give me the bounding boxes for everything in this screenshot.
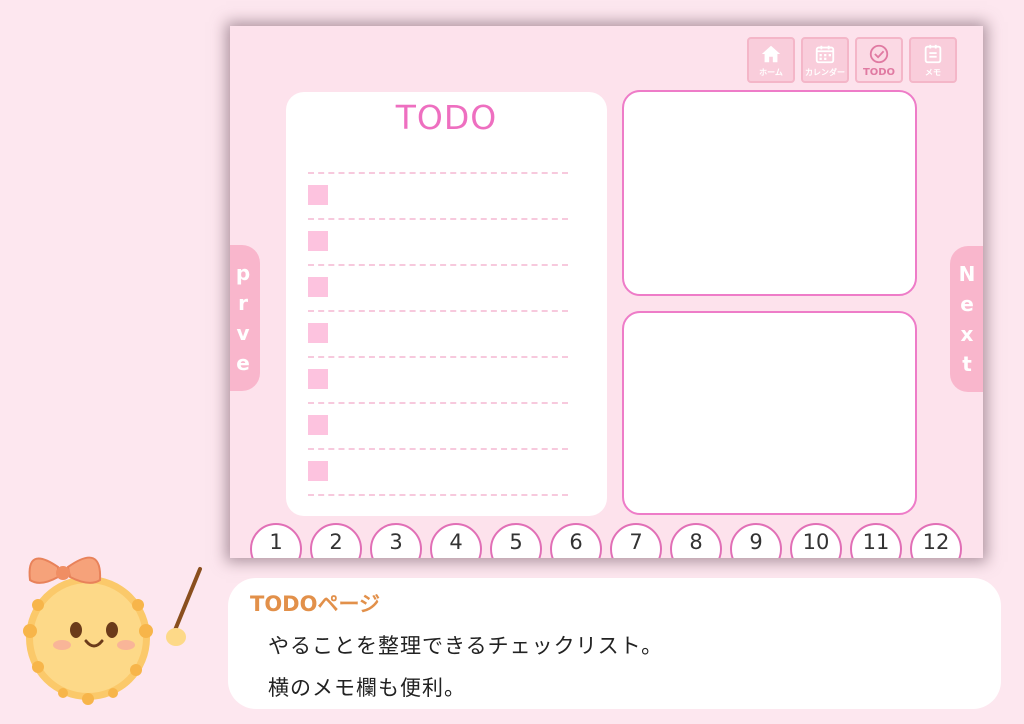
home-icon (761, 45, 781, 62)
next-tab-letter: t (962, 352, 972, 376)
memo-box-top[interactable] (622, 90, 917, 296)
month-tab-12[interactable]: 12 (910, 523, 962, 558)
month-tab-8[interactable]: 8 (670, 523, 722, 558)
memo-icon (924, 44, 942, 63)
next-tab-letter: N (958, 262, 976, 286)
month-tab-3[interactable]: 3 (370, 523, 422, 558)
todo-nav-label: TODO (862, 66, 896, 78)
planner-page: ホーム カレンダー TODO メモ TODO p r v e N e x t 1… (230, 26, 983, 558)
caption-title: TODOページ (250, 592, 381, 616)
mascot-illustration (23, 556, 202, 705)
todo-nav-button[interactable]: TODO (855, 37, 903, 83)
month-tab-7[interactable]: 7 (610, 523, 662, 558)
month-tab-10[interactable]: 10 (790, 523, 842, 558)
home-nav-button[interactable]: ホーム (747, 37, 795, 83)
todo-checkbox[interactable] (308, 185, 328, 205)
month-tab-5[interactable]: 5 (490, 523, 542, 558)
prev-tab-letter: v (236, 321, 250, 345)
todo-checkbox[interactable] (308, 277, 328, 297)
month-tab-4[interactable]: 4 (430, 523, 482, 558)
prev-tab-letter: p (235, 261, 251, 285)
caption-line-2: 横のメモ欄も便利。 (268, 676, 466, 700)
calendar-nav-button[interactable]: カレンダー (801, 37, 849, 83)
month-tab-2[interactable]: 2 (310, 523, 362, 558)
todo-title: TODO (395, 98, 498, 137)
prev-tab-letter: e (236, 351, 250, 375)
todo-divider (308, 402, 568, 404)
memo-nav-label: メモ (925, 67, 941, 77)
todo-checkbox[interactable] (308, 461, 328, 481)
calendar-nav-label: カレンダー (805, 67, 845, 77)
todo-checkbox[interactable] (308, 369, 328, 389)
todo-divider (308, 356, 568, 358)
next-tab-letter: e (960, 292, 974, 316)
todo-divider (308, 218, 568, 220)
home-nav-label: ホーム (759, 67, 783, 77)
todo-divider (308, 448, 568, 450)
todo-divider (308, 310, 568, 312)
month-tab-9[interactable]: 9 (730, 523, 782, 558)
todo-checkbox[interactable] (308, 415, 328, 435)
todo-divider (308, 494, 568, 496)
todo-checkbox[interactable] (308, 231, 328, 251)
todo-checkbox[interactable] (308, 323, 328, 343)
prev-tab-letter: r (238, 291, 248, 315)
next-tab[interactable]: Next (950, 246, 983, 392)
calendar-icon (815, 45, 835, 63)
month-tab-6[interactable]: 6 (550, 523, 602, 558)
top-nav: ホーム カレンダー TODO メモ (747, 37, 957, 83)
next-tab-letter: x (960, 322, 974, 346)
caption-box: TODOページ やることを整理できるチェックリスト。 横のメモ欄も便利。 (228, 578, 1001, 709)
month-tab-1[interactable]: 1 (250, 523, 302, 558)
check-circle-icon (869, 44, 889, 63)
prev-tab[interactable]: prve (230, 245, 260, 391)
todo-card: TODO (286, 92, 607, 516)
memo-nav-button[interactable]: メモ (909, 37, 957, 83)
todo-divider (308, 264, 568, 266)
todo-divider (308, 172, 568, 174)
month-tab-11[interactable]: 11 (850, 523, 902, 558)
memo-box-bottom[interactable] (622, 311, 917, 515)
caption-line-1: やることを整理できるチェックリスト。 (268, 634, 664, 658)
